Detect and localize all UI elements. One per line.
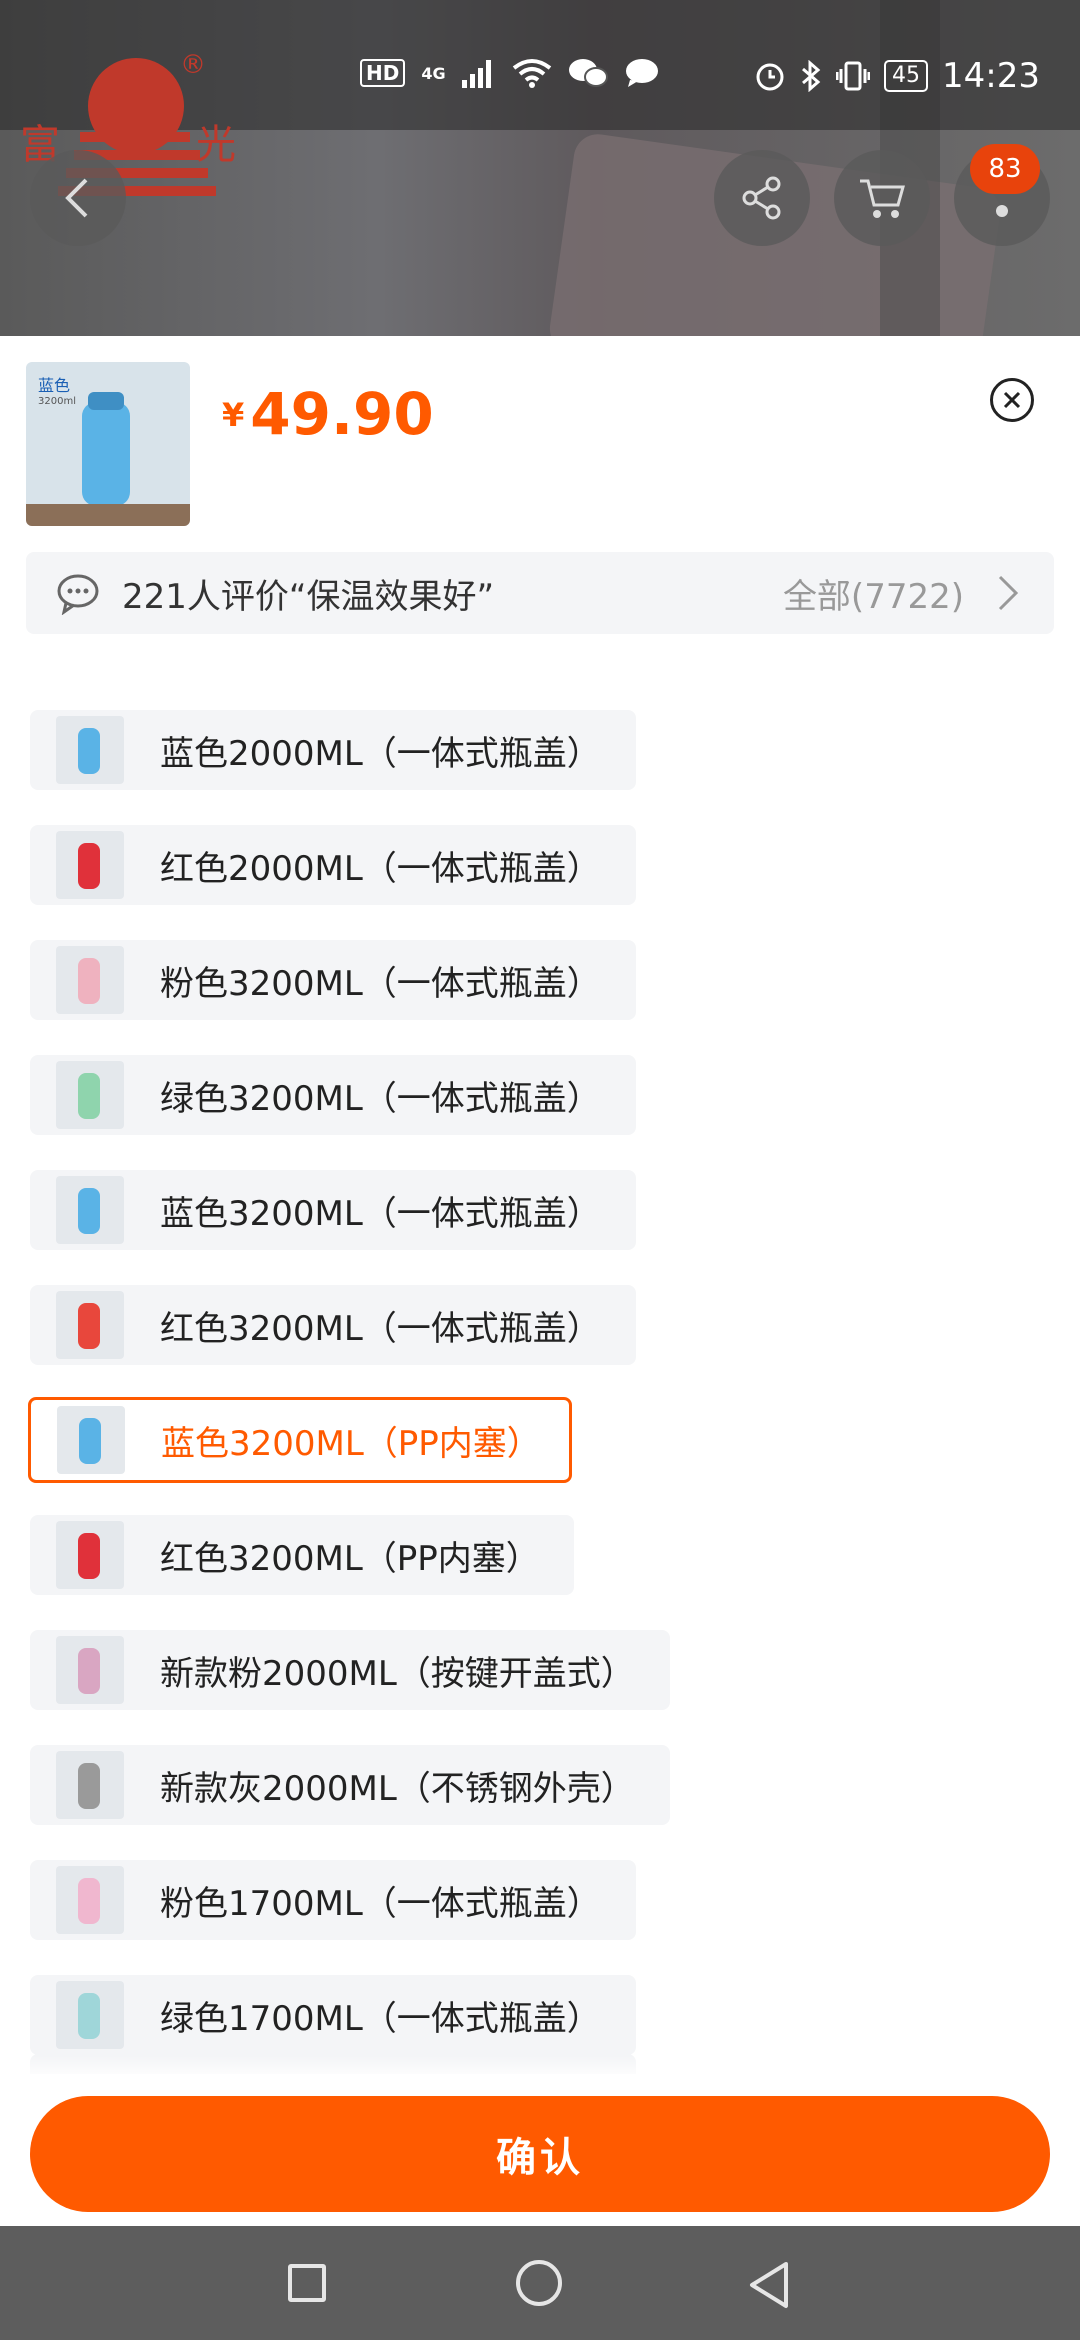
thumbnail-capacity-label: 3200ml (38, 396, 76, 407)
sku-option-label: 粉色1700ML（一体式瓶盖） (160, 1883, 601, 1924)
confirm-button[interactable]: 确认 (30, 2096, 1050, 2212)
sku-option[interactable]: 绿色3200ML（一体式瓶盖） (30, 1055, 636, 1135)
sku-option[interactable]: 新款粉2000ML（按键开盖式） (30, 1630, 670, 1710)
sku-option-thumbnail (56, 946, 124, 1014)
sku-option-label: 红色2000ML（一体式瓶盖） (160, 848, 601, 889)
sku-option-label: 红色3200ML（一体式瓶盖） (160, 1308, 601, 1349)
status-left-icons: HD 4G (360, 58, 660, 88)
product-thumbnail: 蓝色 3200ml (26, 362, 190, 526)
sku-option-thumbnail (56, 716, 124, 784)
signal-label: 4G (421, 63, 446, 83)
thumbnail-color-label: 蓝色 (38, 376, 71, 395)
sku-option-label: 蓝色2000ML（一体式瓶盖） (160, 733, 601, 774)
review-summary-bar[interactable]: 221人评价“保温效果好” 全部(7722) (26, 552, 1054, 634)
hd-icon: HD (360, 59, 406, 87)
share-button[interactable] (714, 150, 810, 246)
currency-symbol: ¥ (222, 396, 245, 434)
sku-option-label: 新款粉2000ML（按键开盖式） (160, 1653, 635, 1694)
sku-option-label: 绿色1700ML（一体式瓶盖） (160, 1998, 601, 2039)
sku-option-label: 蓝色3200ML（一体式瓶盖） (160, 1193, 601, 1234)
cart-icon (860, 179, 905, 218)
vibrate-icon (836, 61, 871, 91)
sku-option-thumbnail (56, 1291, 124, 1359)
sku-option-thumbnail (56, 1981, 124, 2049)
wifi-icon (512, 59, 551, 88)
sku-option-label: 红色3200ML（PP内塞） (160, 1538, 540, 1579)
close-button[interactable] (990, 378, 1034, 422)
sku-option[interactable]: 红色3200ML（一体式瓶盖） (30, 1285, 636, 1365)
close-icon (1003, 391, 1021, 409)
recent-apps-button[interactable] (288, 2264, 326, 2302)
logo-char-right: 光 (196, 122, 236, 168)
bluetooth-icon (802, 60, 821, 92)
sku-option-label: 粉色3200ML（一体式瓶盖） (160, 963, 601, 1004)
sku-option[interactable]: 蓝色3200ML（一体式瓶盖） (30, 1170, 636, 1250)
sku-option-thumbnail (56, 1751, 124, 1819)
comment-icon (57, 574, 99, 615)
sku-option-label: 绿色3200ML（一体式瓶盖） (160, 1078, 601, 1119)
clock: 14:23 (942, 56, 1040, 96)
sku-option[interactable]: 粉色1700ML（一体式瓶盖） (30, 1860, 636, 1940)
sku-option-thumbnail (56, 1061, 124, 1129)
review-text: 221人评价“保温效果好” (122, 576, 495, 617)
cell-signal-icon (461, 60, 491, 88)
price-value: 49.90 (250, 380, 434, 448)
back-triangle-icon[interactable] (746, 2260, 792, 2310)
sku-option-thumbnail (56, 1636, 124, 1704)
sku-option-thumbnail (56, 1176, 124, 1244)
sku-selection-sheet: 蓝色 3200ml ¥49.90 221人评价“保温效果好” 全部(7722) … (0, 336, 1080, 2226)
sku-option-label: 新款灰2000ML（不锈钢外壳） (160, 1768, 635, 1809)
sku-option[interactable]: 红色3200ML（PP内塞） (30, 1515, 574, 1595)
message-icon (625, 59, 658, 87)
sku-option-thumbnail (56, 1866, 124, 1934)
sku-option-thumbnail (56, 1521, 124, 1589)
share-icon (742, 176, 781, 220)
wechat-icon (568, 59, 608, 87)
cart-button[interactable] (834, 150, 930, 246)
all-reviews-link[interactable]: 全部(7722) (783, 569, 964, 618)
sku-option[interactable]: 红色2000ML（一体式瓶盖） (30, 825, 636, 905)
sku-option[interactable]: 蓝色2000ML（一体式瓶盖） (30, 710, 636, 790)
sku-option-thumbnail (57, 1406, 125, 1474)
message-count-badge: 83 (970, 144, 1040, 194)
sku-option[interactable]: 蓝色3200ML（PP内塞） (28, 1397, 572, 1483)
sku-option[interactable]: 粉色3200ML（一体式瓶盖） (30, 940, 636, 1020)
more-button[interactable]: 83 (954, 144, 1050, 246)
registered-mark: ® (180, 50, 206, 80)
product-price: ¥49.90 (222, 380, 434, 448)
dot-icon (996, 205, 1008, 217)
chevron-right-icon (998, 575, 1019, 611)
system-nav-bar (0, 2226, 1080, 2340)
back-button[interactable] (30, 150, 126, 246)
sku-option-label: 蓝色3200ML（PP内塞） (161, 1423, 541, 1464)
chevron-left-icon (65, 178, 88, 218)
home-button[interactable] (516, 2260, 562, 2306)
status-right-icons: 45 14:23 (754, 56, 1040, 96)
sku-option[interactable]: 新款灰2000ML（不锈钢外壳） (30, 1745, 670, 1825)
battery-icon: 45 (884, 60, 929, 92)
sku-option[interactable]: 绿色1700ML（一体式瓶盖） (30, 1975, 636, 2055)
alarm-icon (756, 63, 784, 91)
list-fade (0, 2056, 1080, 2080)
sku-option-thumbnail (56, 831, 124, 899)
